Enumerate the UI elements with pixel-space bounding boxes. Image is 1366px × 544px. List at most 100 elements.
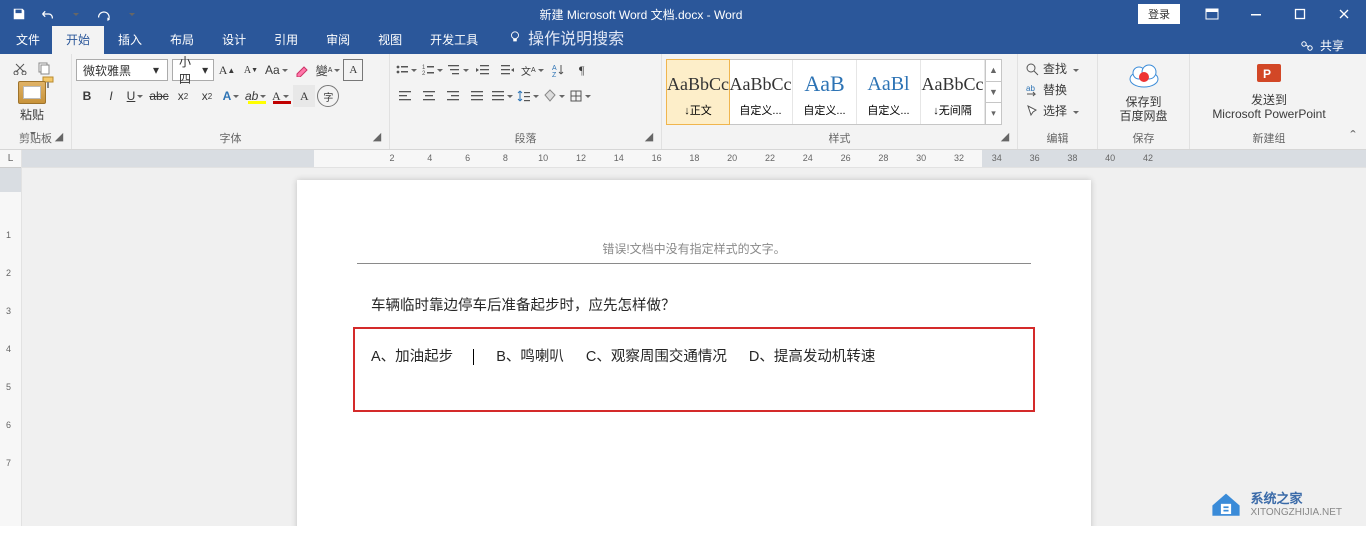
align-distributed-icon[interactable]	[490, 85, 514, 107]
collapse-ribbon-icon[interactable]: ˆ	[1346, 131, 1360, 145]
tab-references[interactable]: 引用	[260, 26, 312, 54]
tab-developer[interactable]: 开发工具	[416, 26, 492, 54]
group-editing: 查找 ab替换 选择 编辑	[1018, 54, 1098, 149]
replace-button[interactable]: ab替换	[1022, 80, 1070, 99]
align-center-icon[interactable]	[418, 85, 440, 107]
font-launcher-icon[interactable]: ◢	[371, 130, 383, 142]
save-to-baidu-button[interactable]: 保存到百度网盘	[1102, 57, 1185, 124]
shading-icon[interactable]	[542, 85, 566, 107]
change-case-icon[interactable]: Aa	[264, 59, 289, 81]
font-color-icon[interactable]: A	[269, 85, 291, 107]
tell-me-search[interactable]: 操作说明搜索	[498, 20, 634, 54]
character-border-icon[interactable]: A	[343, 59, 363, 81]
tab-selector[interactable]: L	[0, 150, 21, 168]
header-error-text: 错误!文档中没有指定样式的文字。	[357, 240, 1031, 264]
decrease-indent-icon[interactable]	[472, 59, 494, 81]
minimize-icon[interactable]	[1234, 0, 1278, 28]
horizontal-ruler[interactable]: 24681012141618202224262830323436384042	[22, 150, 1366, 168]
asian-layout-icon[interactable]: 文A	[520, 59, 545, 81]
strikethrough-button[interactable]: abc	[148, 85, 170, 107]
borders-icon[interactable]	[568, 85, 592, 107]
style-item-custom2[interactable]: AaB自定义...	[793, 60, 857, 124]
tab-review[interactable]: 审阅	[312, 26, 364, 54]
align-left-icon[interactable]	[394, 85, 416, 107]
group-styles: AaBbCc↓正文 AaBbCc自定义... AaB自定义... AaBl自定义…	[662, 54, 1018, 149]
enclose-characters-icon[interactable]: 字	[317, 85, 339, 107]
grow-font-icon[interactable]: A▲	[216, 59, 238, 81]
bullets-icon[interactable]	[394, 59, 418, 81]
style-item-nospacing[interactable]: AaBbCc↓无间隔	[921, 60, 985, 124]
subscript-button[interactable]: x2	[172, 85, 194, 107]
powerpoint-icon: P	[1253, 61, 1285, 89]
qat-customize-dropdown[interactable]	[118, 2, 144, 26]
tab-design[interactable]: 设计	[208, 26, 260, 54]
character-shading-icon[interactable]: A	[293, 85, 315, 107]
styles-scroll-up-icon[interactable]: ▲	[986, 60, 1001, 82]
styles-gallery[interactable]: AaBbCc↓正文 AaBbCc自定义... AaB自定义... AaBl自定义…	[666, 59, 1002, 125]
styles-launcher-icon[interactable]: ◢	[999, 130, 1011, 142]
style-item-custom1[interactable]: AaBbCc自定义...	[729, 60, 793, 124]
cut-icon[interactable]	[9, 57, 31, 79]
paste-label: 粘贴	[20, 106, 44, 123]
sort-icon[interactable]: AZ	[547, 59, 569, 81]
multilevel-list-icon[interactable]	[446, 59, 470, 81]
close-icon[interactable]	[1322, 0, 1366, 28]
tab-home[interactable]: 开始	[52, 26, 104, 54]
line-spacing-icon[interactable]	[516, 85, 540, 107]
answer-b[interactable]: B、鸣喇叭	[496, 349, 564, 365]
align-justify-icon[interactable]	[466, 85, 488, 107]
send-to-powerpoint-button[interactable]: P 发送到Microsoft PowerPoint	[1194, 57, 1344, 122]
page-container: 错误!文档中没有指定样式的文字。 车辆临时靠边停车后准备起步时，应先怎样做？ A…	[297, 180, 1091, 526]
undo-icon[interactable]	[34, 2, 60, 26]
tab-view[interactable]: 视图	[364, 26, 416, 54]
login-button[interactable]: 登录	[1138, 4, 1180, 24]
show-hide-marks-icon[interactable]: ¶	[571, 59, 593, 81]
answers-box[interactable]: A、加油起步 B、鸣喇叭 C、观察周围交通情况 D、提高发动机转速	[353, 327, 1035, 412]
find-button[interactable]: 查找	[1022, 59, 1082, 78]
maximize-icon[interactable]	[1278, 0, 1322, 28]
italic-button[interactable]: I	[100, 85, 122, 107]
question-text[interactable]: 车辆临时靠边停车后准备起步时，应先怎样做？	[371, 294, 1017, 319]
font-size-combo[interactable]: 小四▾	[172, 59, 214, 81]
undo-dropdown[interactable]	[62, 2, 88, 26]
style-item-normal[interactable]: AaBbCc↓正文	[666, 59, 730, 125]
increase-indent-icon[interactable]	[496, 59, 518, 81]
group-label-paragraph: 段落◢	[394, 128, 657, 149]
answer-d[interactable]: D、提高发动机转速	[749, 349, 875, 365]
styles-gallery-nav: ▲ ▼ ▾	[985, 60, 1001, 124]
clipboard-launcher-icon[interactable]: ◢	[53, 130, 65, 142]
styles-scroll-down-icon[interactable]: ▼	[986, 82, 1001, 104]
share-button[interactable]: 共享	[1320, 37, 1344, 54]
clear-formatting-icon[interactable]	[291, 59, 313, 81]
group-save: 保存到百度网盘 保存	[1098, 54, 1190, 149]
vertical-ruler[interactable]: L 1234567	[0, 150, 22, 526]
quick-access-toolbar	[0, 2, 144, 26]
tab-insert[interactable]: 插入	[104, 26, 156, 54]
shrink-font-icon[interactable]: A▼	[240, 59, 262, 81]
redo-icon[interactable]	[90, 2, 116, 26]
answer-a[interactable]: A、加油起步	[371, 349, 453, 365]
svg-text:A: A	[552, 65, 557, 72]
font-name-combo[interactable]: 微软雅黑▾	[76, 59, 168, 81]
title-bar: 新建 Microsoft Word 文档.docx - Word 登录	[0, 0, 1366, 28]
save-icon[interactable]	[6, 2, 32, 26]
phonetic-guide-icon[interactable]: 變A	[315, 59, 342, 81]
watermark-name: 系统之家	[1251, 488, 1343, 507]
page[interactable]: 错误!文档中没有指定样式的文字。 车辆临时靠边停车后准备起步时，应先怎样做？ A…	[297, 180, 1091, 526]
align-right-icon[interactable]	[442, 85, 464, 107]
superscript-button[interactable]: x2	[196, 85, 218, 107]
styles-expand-icon[interactable]: ▾	[986, 103, 1001, 124]
bold-button[interactable]: B	[76, 85, 98, 107]
style-item-custom3[interactable]: AaBl自定义...	[857, 60, 921, 124]
tab-layout[interactable]: 布局	[156, 26, 208, 54]
answer-c[interactable]: C、观察周围交通情况	[586, 349, 727, 365]
text-effects-icon[interactable]: A	[220, 85, 242, 107]
numbering-icon[interactable]: 12	[420, 59, 444, 81]
highlight-color-icon[interactable]: ab	[244, 85, 267, 107]
watermark-logo-icon	[1209, 488, 1243, 518]
tab-file[interactable]: 文件	[4, 26, 52, 54]
paragraph-launcher-icon[interactable]: ◢	[643, 130, 655, 142]
select-button[interactable]: 选择	[1022, 101, 1082, 120]
ribbon-display-options-icon[interactable]	[1190, 0, 1234, 28]
underline-button[interactable]: U	[124, 85, 146, 107]
